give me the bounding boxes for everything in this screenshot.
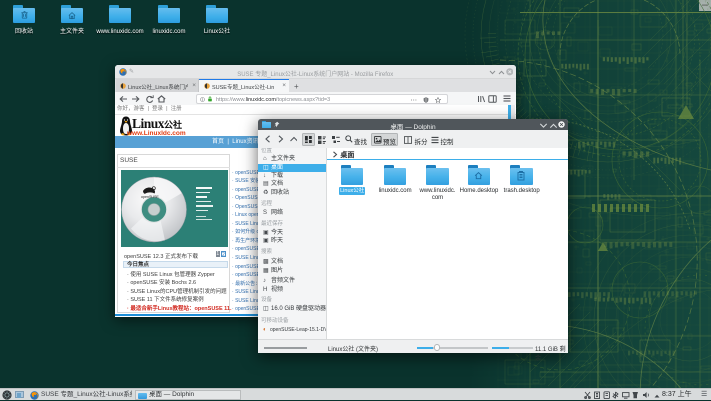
svg-text:openSUSE: openSUSE bbox=[141, 195, 159, 199]
